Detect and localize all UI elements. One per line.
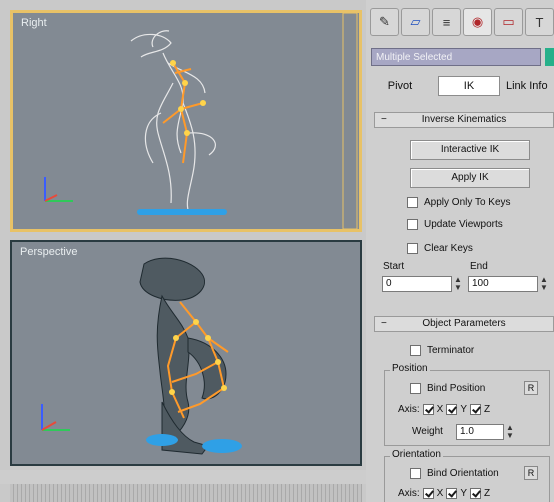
display-icon[interactable]: ▭ [494,8,523,36]
checkbox-label: Bind Orientation [427,467,499,479]
update-viewports-checkbox[interactable] [407,218,418,230]
time-slider-track[interactable] [10,484,362,502]
axis-y-label: Y [460,487,468,499]
utilities-icon[interactable]: T [525,8,554,36]
rollout-title: Object Parameters [422,318,506,329]
axis-tripod-icon [36,396,76,439]
checkbox-label: Terminator [427,344,475,356]
axis-y-label: Y [460,403,468,415]
checkbox-label: Update Viewports [424,218,503,230]
hierarchy-subtabs: Pivot IK Link Info [370,76,554,96]
viewport-right[interactable]: Right [10,10,362,232]
collapse-icon: − [381,114,387,125]
position-axis-x-checkbox[interactable] [422,403,434,415]
interactive-ik-button[interactable]: Interactive IK [410,140,530,160]
orientation-axis-y-checkbox[interactable] [446,487,458,499]
modify-icon[interactable]: ▱ [401,8,430,36]
clear-keys-checkbox[interactable] [407,242,418,254]
rollout-title: Inverse Kinematics [421,114,507,125]
viewport-perspective[interactable]: Perspective [10,240,362,466]
weight-label: Weight [412,426,443,437]
rollout-inverse-kinematics[interactable]: − Inverse Kinematics [374,112,554,128]
bind-orientation-checkbox[interactable] [410,467,421,479]
apply-only-to-keys-checkbox[interactable] [407,196,418,208]
terminator-row[interactable]: Terminator [410,342,474,358]
bind-position-r-button[interactable]: R [524,381,538,395]
bind-position-checkbox[interactable] [410,382,421,394]
command-panel-tabs: ✎ ▱ ≡ ◉ ▭ T [366,8,554,42]
update-viewports-row[interactable]: Update Viewports [407,216,503,232]
end-spinner-arrows[interactable]: ▲ ▼ [540,276,548,292]
checkbox-label: Bind Position [427,382,486,394]
terminator-checkbox[interactable] [410,344,421,356]
collapse-icon: − [381,318,387,329]
clear-keys-row[interactable]: Clear Keys [407,240,473,256]
axis-x-label: X [436,403,444,415]
status-strip [0,470,366,484]
weight-spinner-arrows[interactable]: ▲ ▼ [506,424,514,440]
apply-ik-button[interactable]: Apply IK [410,168,530,188]
orientation-axis-x-checkbox[interactable] [422,487,434,499]
axis-label: Axis: [398,403,420,415]
tab-ik[interactable]: IK [438,76,500,96]
end-label: End [470,261,488,272]
start-label: Start [383,261,405,272]
weight-field[interactable]: 1.0 [456,424,504,440]
bind-orientation-r-button[interactable]: R [524,466,538,480]
start-field[interactable]: 0 [382,276,452,292]
checkbox-label: Apply Only To Keys [424,196,511,208]
axis-z-label: Z [484,487,491,499]
axis-tripod-icon [41,171,81,208]
create-icon[interactable]: ✎ [370,8,399,36]
position-axis-z-checkbox[interactable] [470,403,482,415]
rollout-object-parameters[interactable]: − Object Parameters [374,316,554,332]
axis-z-label: Z [484,403,491,415]
motion-icon[interactable]: ◉ [463,8,492,36]
checkbox-label: Clear Keys [424,242,473,254]
bind-orientation-row[interactable]: Bind Orientation [410,465,499,481]
axis-x-label: X [436,487,444,499]
position-axis-row: Axis: X Y Z [398,401,490,417]
orientation-group-label: Orientation [390,449,443,460]
position-group-label: Position [390,363,430,374]
start-spinner-arrows[interactable]: ▲ ▼ [454,276,462,292]
apply-only-to-keys-row[interactable]: Apply Only To Keys [407,194,511,210]
position-axis-y-checkbox[interactable] [446,403,458,415]
orientation-axis-row: Axis: X Y Z [398,485,490,501]
tab-link-info[interactable]: Link Info [506,76,554,96]
end-field[interactable]: 100 [468,276,538,292]
tab-pivot[interactable]: Pivot [376,76,424,96]
axis-label: Axis: [398,487,420,499]
object-color-swatch[interactable] [545,48,554,66]
hierarchy-icon[interactable]: ≡ [432,8,461,36]
bind-position-row[interactable]: Bind Position [410,380,485,396]
orientation-axis-z-checkbox[interactable] [470,487,482,499]
object-name-field[interactable]: Multiple Selected [371,48,541,66]
